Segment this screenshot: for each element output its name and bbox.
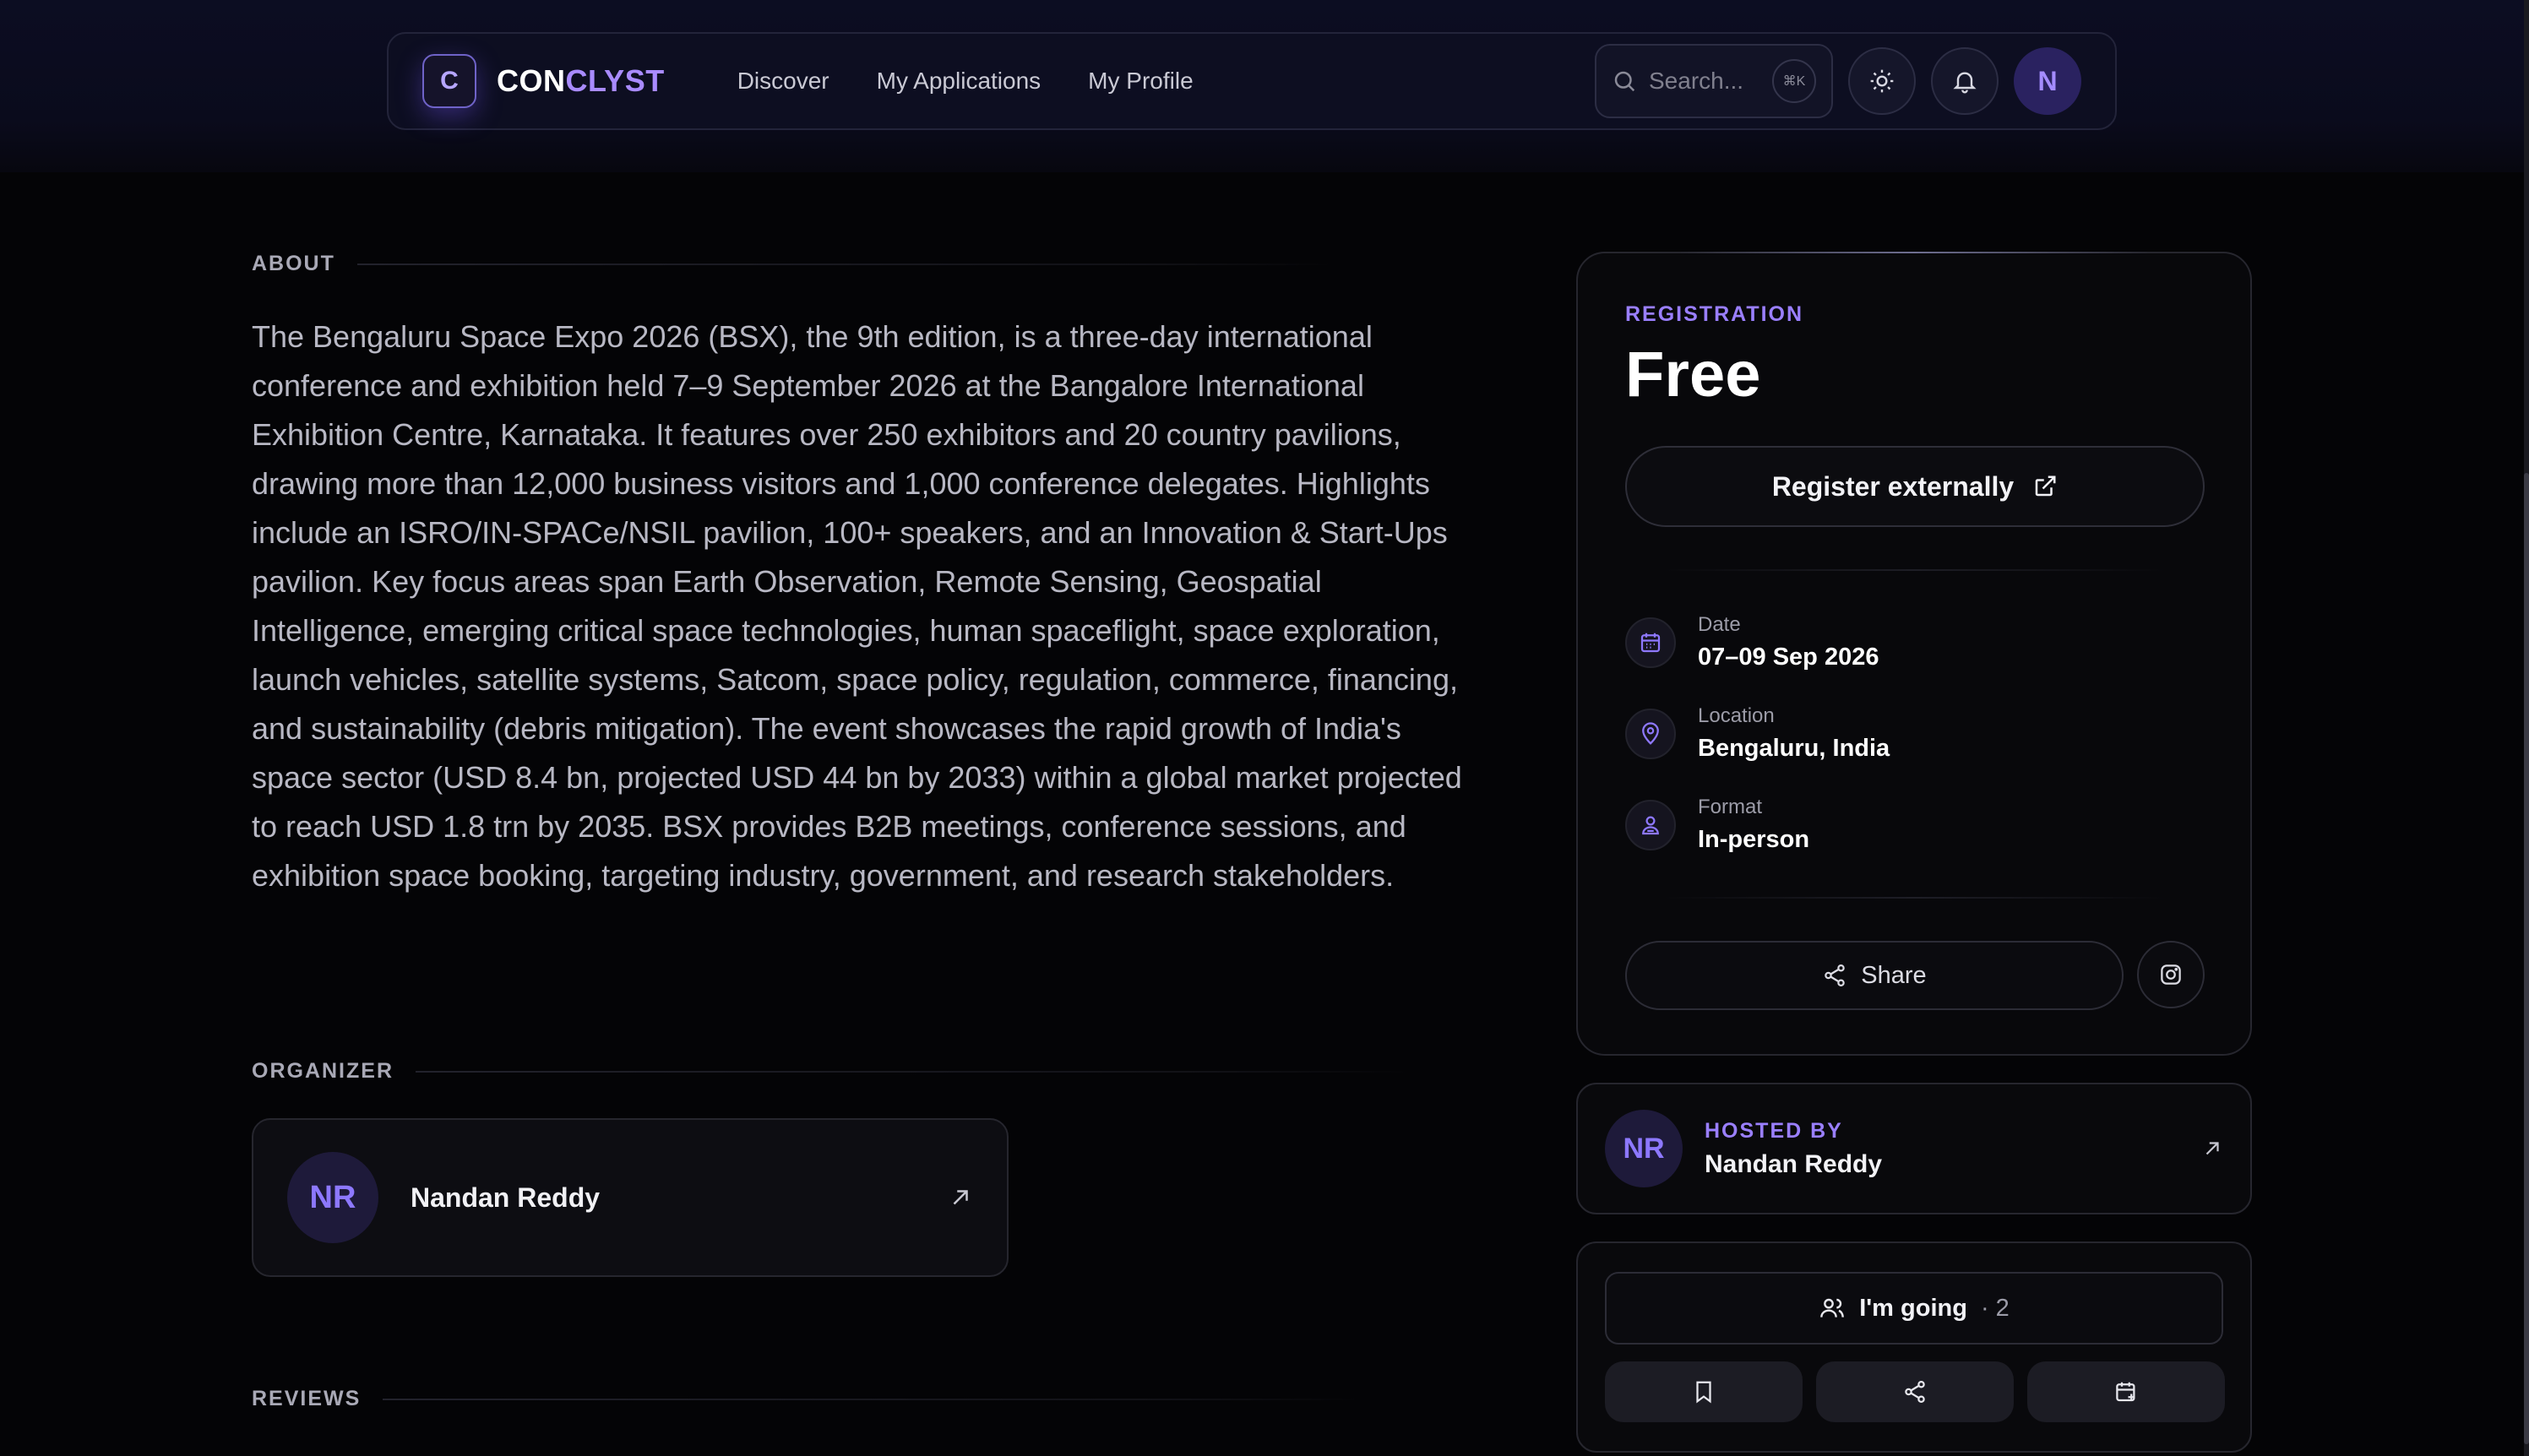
person-badge-icon bbox=[1625, 799, 1676, 850]
nav-link-my-applications[interactable]: My Applications bbox=[877, 68, 1042, 95]
location-pin-icon bbox=[1625, 708, 1676, 759]
bookmark-button[interactable] bbox=[1605, 1361, 1803, 1422]
date-row: Date 07–09 Sep 2026 bbox=[1625, 613, 1879, 671]
im-going-label: I'm going bbox=[1859, 1294, 1967, 1322]
about-description: The Bengaluru Space Expo 2026 (BSX), the… bbox=[252, 319, 1462, 893]
registration-card: REGISTRATION Free Register externally Da… bbox=[1576, 252, 2252, 1056]
share-small-button[interactable] bbox=[1816, 1361, 2014, 1422]
arrow-up-right-icon bbox=[2205, 1142, 2219, 1155]
organizer-name: Nandan Reddy bbox=[411, 1182, 601, 1213]
sun-icon bbox=[1870, 69, 1894, 93]
top-navigation: C CONCLYST Discover My Applications My P… bbox=[387, 32, 2117, 130]
host-avatar: NR bbox=[1605, 1110, 1683, 1187]
search-placeholder: Search... bbox=[1649, 68, 1744, 94]
reviews-heading-label: REVIEWS bbox=[252, 1387, 362, 1410]
nav-link-my-profile[interactable]: My Profile bbox=[1088, 68, 1193, 95]
rsvp-card: I'm going · 2 bbox=[1576, 1241, 2252, 1453]
location-row: Location Bengaluru, India bbox=[1625, 704, 1890, 763]
brand-name[interactable]: CONCLYST bbox=[497, 63, 665, 99]
nav-actions: Search... ⌘K N bbox=[1595, 44, 2081, 118]
logo-icon[interactable]: C bbox=[422, 54, 476, 108]
organizer-card[interactable]: NR Nandan Reddy bbox=[252, 1118, 1009, 1277]
organizer-avatar: NR bbox=[287, 1152, 378, 1243]
arrow-up-right-icon bbox=[953, 1190, 968, 1205]
share-button-label: Share bbox=[1861, 961, 1927, 989]
user-avatar[interactable]: N bbox=[2014, 47, 2081, 115]
calendar-icon bbox=[1625, 617, 1676, 668]
external-link-icon bbox=[2035, 475, 2056, 497]
reviews-divider bbox=[383, 1398, 1363, 1400]
register-button-label: Register externally bbox=[1771, 470, 2015, 502]
logo-letter: C bbox=[440, 67, 459, 95]
registration-price: Free bbox=[1625, 339, 1761, 410]
instagram-icon bbox=[2161, 964, 2181, 985]
reviews-heading: REVIEWS bbox=[252, 1387, 1363, 1411]
registration-divider-top bbox=[1662, 569, 2166, 571]
registration-divider-bottom bbox=[1662, 897, 2166, 899]
calendar-plus-icon bbox=[2116, 1382, 2135, 1402]
search-icon bbox=[1614, 71, 1635, 92]
share-icon bbox=[1905, 1381, 1925, 1403]
brand-name-part2: CLYST bbox=[565, 63, 665, 98]
bookmark-icon bbox=[1696, 1381, 1711, 1404]
organizer-divider bbox=[416, 1070, 1412, 1073]
hosted-by-label: HOSTED BY bbox=[1705, 1118, 1843, 1143]
search-input[interactable]: Search... ⌘K bbox=[1595, 44, 1833, 118]
users-icon bbox=[1820, 1298, 1845, 1317]
organizer-heading-label: ORGANIZER bbox=[252, 1059, 394, 1083]
format-label: Format bbox=[1698, 796, 1763, 818]
format-value: In-person bbox=[1698, 826, 1810, 853]
format-row: Format In-person bbox=[1625, 796, 1809, 854]
registration-label: REGISTRATION bbox=[1625, 302, 1804, 326]
organizer-heading: ORGANIZER bbox=[252, 1059, 1412, 1084]
host-name: Nandan Reddy bbox=[1705, 1149, 1883, 1178]
host-info: HOSTED BY Nandan Reddy bbox=[1705, 1119, 1882, 1179]
about-heading: ABOUT bbox=[252, 252, 1337, 276]
bell-icon bbox=[1953, 72, 1977, 94]
share-icon bbox=[1825, 964, 1846, 986]
add-to-calendar-button[interactable] bbox=[2027, 1361, 2225, 1422]
about-divider bbox=[356, 263, 1337, 265]
about-heading-label: ABOUT bbox=[252, 252, 335, 275]
instagram-button[interactable] bbox=[2137, 941, 2205, 1008]
location-label: Location bbox=[1698, 704, 1775, 727]
going-count: · 2 bbox=[1980, 1294, 2010, 1322]
share-button[interactable]: Share bbox=[1625, 941, 2124, 1010]
register-externally-button[interactable]: Register externally bbox=[1625, 446, 2205, 527]
nav-link-discover[interactable]: Discover bbox=[737, 68, 829, 95]
date-label: Date bbox=[1698, 613, 1741, 636]
brand-name-part1: CON bbox=[497, 63, 566, 98]
hosted-by-card[interactable]: NR HOSTED BY Nandan Reddy bbox=[1576, 1083, 2252, 1214]
scrollbar-thumb[interactable] bbox=[2524, 473, 2529, 1444]
im-going-button[interactable]: I'm going · 2 bbox=[1605, 1272, 2223, 1345]
search-shortcut-badge: ⌘K bbox=[1772, 59, 1816, 103]
theme-toggle-button[interactable] bbox=[1848, 47, 1916, 115]
date-value: 07–09 Sep 2026 bbox=[1698, 644, 1879, 671]
notifications-button[interactable] bbox=[1931, 47, 1999, 115]
location-value: Bengaluru, India bbox=[1698, 735, 1890, 762]
nav-links: Discover My Applications My Profile bbox=[737, 68, 1194, 95]
